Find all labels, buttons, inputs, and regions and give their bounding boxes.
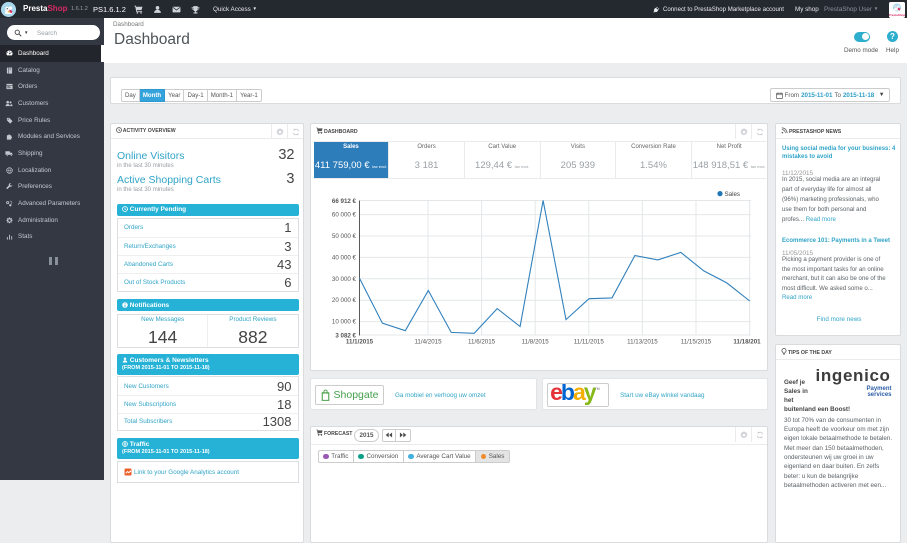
svg-text:50 000 €: 50 000 € [332, 233, 357, 240]
svg-text:Sales: Sales [725, 191, 740, 198]
svg-text:11/8/2015: 11/8/2015 [522, 339, 550, 346]
svg-text:11/1/2015: 11/1/2015 [346, 339, 374, 346]
svg-text:60 000 €: 60 000 € [332, 212, 357, 219]
svg-text:11/15/2015: 11/15/2015 [681, 339, 712, 346]
svg-text:PrestaShop: PrestaShop [889, 13, 905, 17]
svg-text:30 000 €: 30 000 € [332, 276, 357, 283]
svg-text:11/11/2015: 11/11/2015 [574, 339, 605, 346]
svg-text:11/13/2015: 11/13/2015 [627, 339, 658, 346]
svg-text:11/18/201: 11/18/201 [733, 339, 761, 346]
svg-text:20 000 €: 20 000 € [332, 297, 357, 304]
svg-text:11/4/2015: 11/4/2015 [414, 339, 442, 346]
svg-text:40 000 €: 40 000 € [332, 254, 357, 261]
svg-text:66 912 €: 66 912 € [332, 198, 357, 205]
svg-text:11/6/2015: 11/6/2015 [468, 339, 496, 346]
svg-text:10 000 €: 10 000 € [332, 319, 357, 326]
